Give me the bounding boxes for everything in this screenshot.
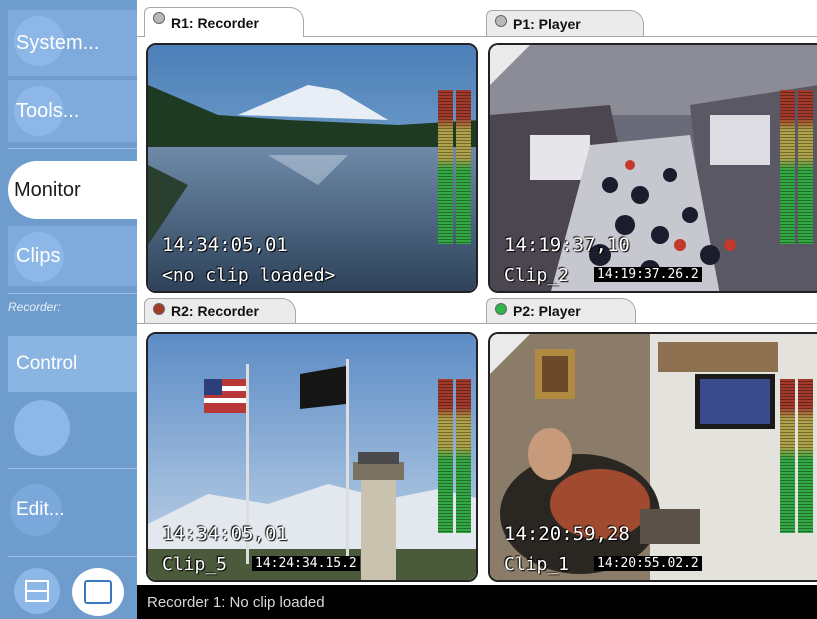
p2-audio-meter: [780, 379, 814, 533]
control-button[interactable]: Control: [8, 336, 137, 392]
clips-label: Clips: [16, 244, 61, 267]
sidebar-divider: [8, 293, 137, 294]
control-label: Control: [16, 353, 78, 374]
sidebar: System... Tools... Monitor Clips Recorde…: [0, 0, 140, 619]
system-menu-button[interactable]: System...: [8, 10, 137, 76]
p1-timecode: 14:19:37,10: [504, 234, 630, 256]
r1-tab-label: R1: Recorder: [171, 14, 259, 31]
r2-status-led-icon: [153, 303, 165, 315]
blank-button[interactable]: [14, 400, 70, 456]
sidebar-divider: [8, 148, 137, 149]
r2-timecode: 14:34:05,01: [162, 523, 288, 545]
r2-audio-meter-left: [438, 379, 453, 533]
recorder-section-label: Recorder:: [8, 300, 61, 314]
tab-r1-recorder[interactable]: R1: Recorder: [144, 7, 304, 37]
r1-timecode: 14:34:05,01: [162, 234, 288, 256]
status-text: Recorder 1: No clip loaded: [147, 593, 325, 611]
p2-status-led-icon: [495, 303, 507, 315]
p2-video-monitor[interactable]: 14:20:59,28 Clip_1 14:20:55.02.2: [488, 332, 817, 582]
p1-status-led-icon: [495, 15, 507, 27]
p1-clip-name: Clip_2: [504, 265, 570, 286]
tools-menu-label: Tools...: [16, 99, 80, 122]
tab-monitor[interactable]: Monitor: [8, 161, 140, 219]
single-layout-button[interactable]: [72, 568, 124, 616]
r2-burn-in-timecode: 14:24:34.15.2: [252, 556, 360, 571]
r2-tab-label: R2: Recorder: [171, 303, 259, 319]
split-layout-icon: [25, 580, 49, 602]
p2-burn-in-timecode: 14:20:55.02.2: [594, 556, 702, 571]
r2-video-monitor[interactable]: 14:34:05,01 Clip_5 14:24:34.15.2: [146, 332, 478, 582]
p2-audio-meter-left: [780, 379, 795, 533]
r2-audio-meter-right: [456, 379, 471, 533]
r1-audio-meter: [438, 90, 472, 244]
sidebar-divider: [8, 556, 137, 557]
edit-menu-button[interactable]: Edit...: [8, 482, 137, 538]
edit-label: Edit...: [16, 499, 65, 520]
p2-tab-label: P2: Player: [513, 303, 581, 319]
r1-video-monitor[interactable]: 14:34:05,01 <no clip loaded>: [146, 43, 478, 293]
r1-audio-meter-right: [456, 90, 471, 244]
monitor-label: Monitor: [14, 178, 81, 201]
single-layout-icon: [84, 580, 112, 604]
p1-audio-meter: [780, 90, 814, 244]
r1-audio-meter-left: [438, 90, 453, 244]
r2-audio-meter: [438, 379, 472, 533]
p2-audio-meter-right: [798, 379, 813, 533]
tab-r2-recorder[interactable]: R2: Recorder: [144, 298, 296, 323]
tab-p2-player[interactable]: P2: Player: [486, 298, 636, 323]
tab-clips[interactable]: Clips: [8, 226, 137, 286]
p2-clip-name: Clip_1: [504, 554, 570, 575]
split-layout-button[interactable]: [14, 568, 60, 614]
system-menu-label: System...: [16, 31, 100, 54]
r1-clip-name: <no clip loaded>: [162, 265, 336, 286]
p1-burn-in-timecode: 14:19:37.26.2: [594, 267, 702, 282]
p2-timecode: 14:20:59,28: [504, 523, 630, 545]
p1-audio-meter-right: [798, 90, 813, 244]
p1-audio-meter-left: [780, 90, 795, 244]
sidebar-divider: [8, 468, 137, 469]
p1-tab-label: P1: Player: [513, 15, 581, 32]
tools-menu-button[interactable]: Tools...: [8, 80, 137, 142]
tab-p1-player[interactable]: P1: Player: [486, 10, 644, 36]
r1-status-led-icon: [153, 12, 165, 24]
tab-strip-line: [137, 323, 817, 324]
r2-clip-name: Clip_5: [162, 554, 228, 575]
p1-video-monitor[interactable]: 14:19:37,10 Clip_2 14:19:37.26.2: [488, 43, 817, 293]
status-bar: Recorder 1: No clip loaded: [137, 585, 817, 619]
